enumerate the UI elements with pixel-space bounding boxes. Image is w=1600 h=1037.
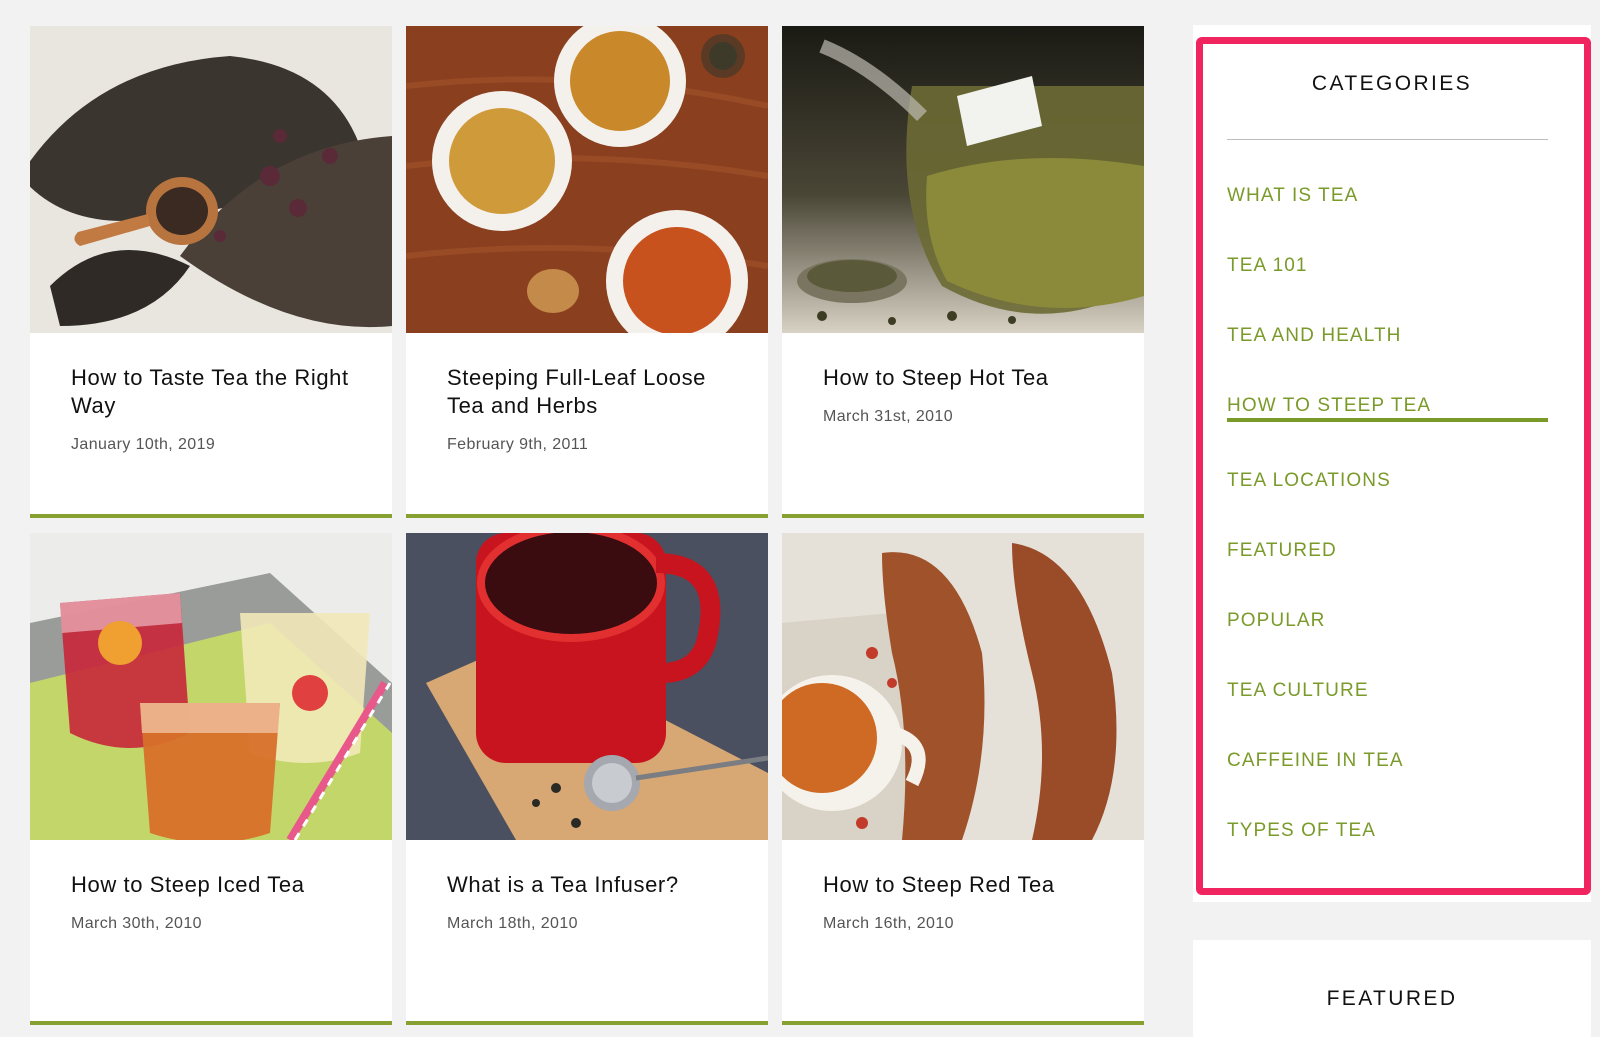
post-image-iced-tea[interactable]	[30, 533, 392, 840]
post-date: March 16th, 2010	[823, 915, 954, 932]
post-card[interactable]: How to Taste Tea the Right Way January 1…	[30, 26, 392, 518]
active-category-underline	[1227, 418, 1548, 422]
category-link-tea-culture[interactable]: TEA CULTURE	[1227, 680, 1369, 702]
post-title[interactable]: How to Taste Tea the Right Way	[71, 364, 361, 420]
post-card[interactable]: How to Steep Red Tea March 16th, 2010	[782, 533, 1144, 1025]
post-title[interactable]: Steeping Full-Leaf Loose Tea and Herbs	[447, 364, 737, 420]
category-link-tea-and-health[interactable]: TEA AND HEALTH	[1227, 325, 1401, 347]
category-link-what-is-tea[interactable]: WHAT IS TEA	[1227, 185, 1358, 207]
post-date: March 30th, 2010	[71, 915, 202, 932]
post-image-red-tea[interactable]	[782, 533, 1144, 840]
post-date: January 10th, 2019	[71, 436, 216, 453]
featured-heading: FEATURED	[1326, 987, 1458, 1010]
category-link-how-to-steep-tea[interactable]: HOW TO STEEP TEA	[1227, 395, 1431, 417]
post-card[interactable]: How to Steep Iced Tea March 30th, 2010	[30, 533, 392, 1025]
post-image-glass-teapot[interactable]	[782, 26, 1144, 333]
post-date: February 9th, 2011	[447, 436, 589, 453]
category-link-popular[interactable]: POPULAR	[1227, 610, 1326, 632]
category-link-caffeine-in-tea[interactable]: CAFFEINE IN TEA	[1227, 750, 1404, 772]
post-title[interactable]: How to Steep Red Tea	[823, 871, 1113, 899]
categories-heading: CATEGORIES	[1311, 72, 1473, 95]
post-title[interactable]: How to Steep Iced Tea	[71, 871, 361, 899]
category-link-featured[interactable]: FEATURED	[1227, 540, 1337, 562]
categories-divider	[1227, 139, 1548, 140]
post-title[interactable]: How to Steep Hot Tea	[823, 364, 1113, 392]
post-date: March 31st, 2010	[823, 408, 954, 425]
category-link-tea-locations[interactable]: TEA LOCATIONS	[1227, 470, 1391, 492]
category-link-types-of-tea[interactable]: TYPES OF TEA	[1227, 820, 1376, 842]
post-card[interactable]: Steeping Full-Leaf Loose Tea and Herbs F…	[406, 26, 768, 518]
category-link-tea-101[interactable]: TEA 101	[1227, 255, 1308, 277]
post-date: March 18th, 2010	[447, 915, 578, 932]
post-title[interactable]: What is a Tea Infuser?	[447, 871, 737, 899]
post-image-tea-infuser[interactable]	[406, 533, 768, 840]
post-card[interactable]: What is a Tea Infuser? March 18th, 2010	[406, 533, 768, 1025]
post-card[interactable]: How to Steep Hot Tea March 31st, 2010	[782, 26, 1144, 518]
post-image-tea-cups[interactable]	[406, 26, 768, 333]
post-image-loose-tea[interactable]	[30, 26, 392, 333]
